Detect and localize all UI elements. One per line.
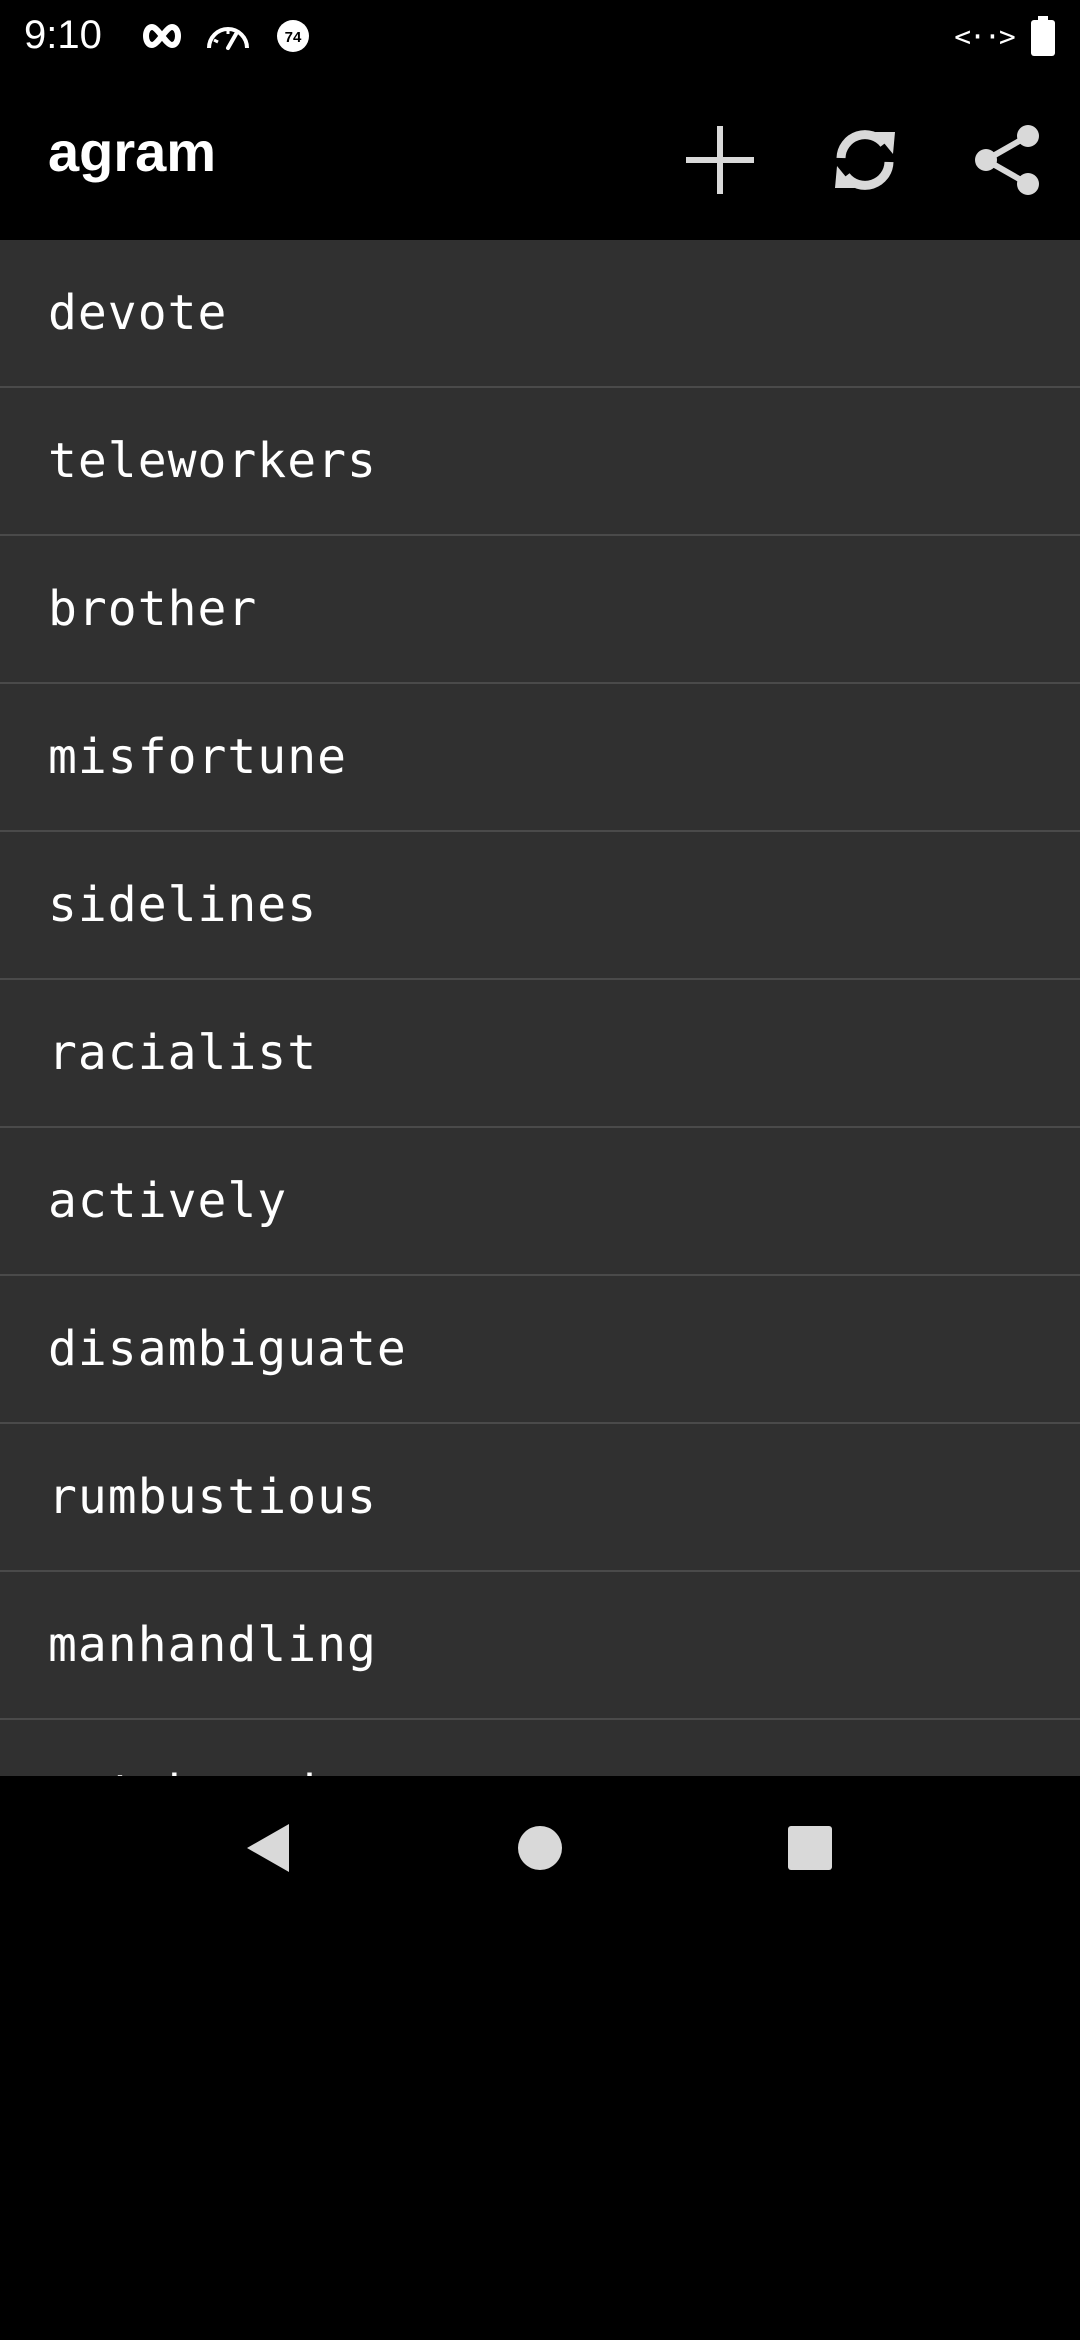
add-icon xyxy=(686,126,754,194)
word-label: disambiguate xyxy=(48,1321,407,1377)
word-label: manhandling xyxy=(48,1617,377,1673)
word-label: teleworkers xyxy=(48,433,377,489)
word-label: actively xyxy=(48,1173,288,1229)
recents-icon xyxy=(788,1826,832,1870)
list-item[interactable]: manhandling xyxy=(0,1572,1080,1720)
word-label: catchwords xyxy=(48,1765,347,1776)
status-bar: 9:10 74 <··> xyxy=(0,0,1080,72)
word-label: racialist xyxy=(48,1025,318,1081)
add-button[interactable] xyxy=(672,112,768,208)
status-time: 9:10 xyxy=(24,13,102,57)
battery-icon xyxy=(1028,16,1058,56)
list-item[interactable]: rumbustious xyxy=(0,1424,1080,1572)
word-label: devote xyxy=(48,285,228,341)
list-item[interactable]: racialist xyxy=(0,980,1080,1128)
word-list[interactable]: devote teleworkers brother misfortune si… xyxy=(0,240,1080,1776)
infinity-icon xyxy=(140,16,184,56)
list-item[interactable]: misfortune xyxy=(0,684,1080,832)
word-label: brother xyxy=(48,581,258,637)
badge-number: 74 xyxy=(285,29,302,46)
app-title: agram xyxy=(48,120,217,183)
list-item[interactable]: catchwords xyxy=(0,1720,1080,1776)
badge-74-icon: 74 xyxy=(274,16,312,56)
recents-button[interactable] xyxy=(762,1800,858,1896)
navigation-bar xyxy=(0,1776,1080,1920)
code-arrows-glyph: <··> xyxy=(954,19,1015,53)
list-item[interactable]: devote xyxy=(0,240,1080,388)
speedometer-icon xyxy=(204,16,252,56)
list-item[interactable]: sidelines xyxy=(0,832,1080,980)
code-arrows-icon: <··> xyxy=(954,16,1015,56)
refresh-button[interactable] xyxy=(817,112,913,208)
word-label: sidelines xyxy=(48,877,318,933)
list-item[interactable]: disambiguate xyxy=(0,1276,1080,1424)
word-label: misfortune xyxy=(48,729,347,785)
back-button[interactable] xyxy=(220,1800,316,1896)
empty-area xyxy=(0,1920,1080,2340)
word-label: rumbustious xyxy=(48,1469,377,1525)
share-button[interactable] xyxy=(960,112,1056,208)
app-bar: agram xyxy=(0,72,1080,240)
share-icon xyxy=(975,125,1039,195)
list-item[interactable]: brother xyxy=(0,536,1080,684)
home-icon xyxy=(518,1826,562,1870)
list-item[interactable]: actively xyxy=(0,1128,1080,1276)
back-icon xyxy=(247,1824,289,1872)
home-button[interactable] xyxy=(492,1800,588,1896)
list-item[interactable]: teleworkers xyxy=(0,388,1080,536)
refresh-icon xyxy=(835,130,895,190)
